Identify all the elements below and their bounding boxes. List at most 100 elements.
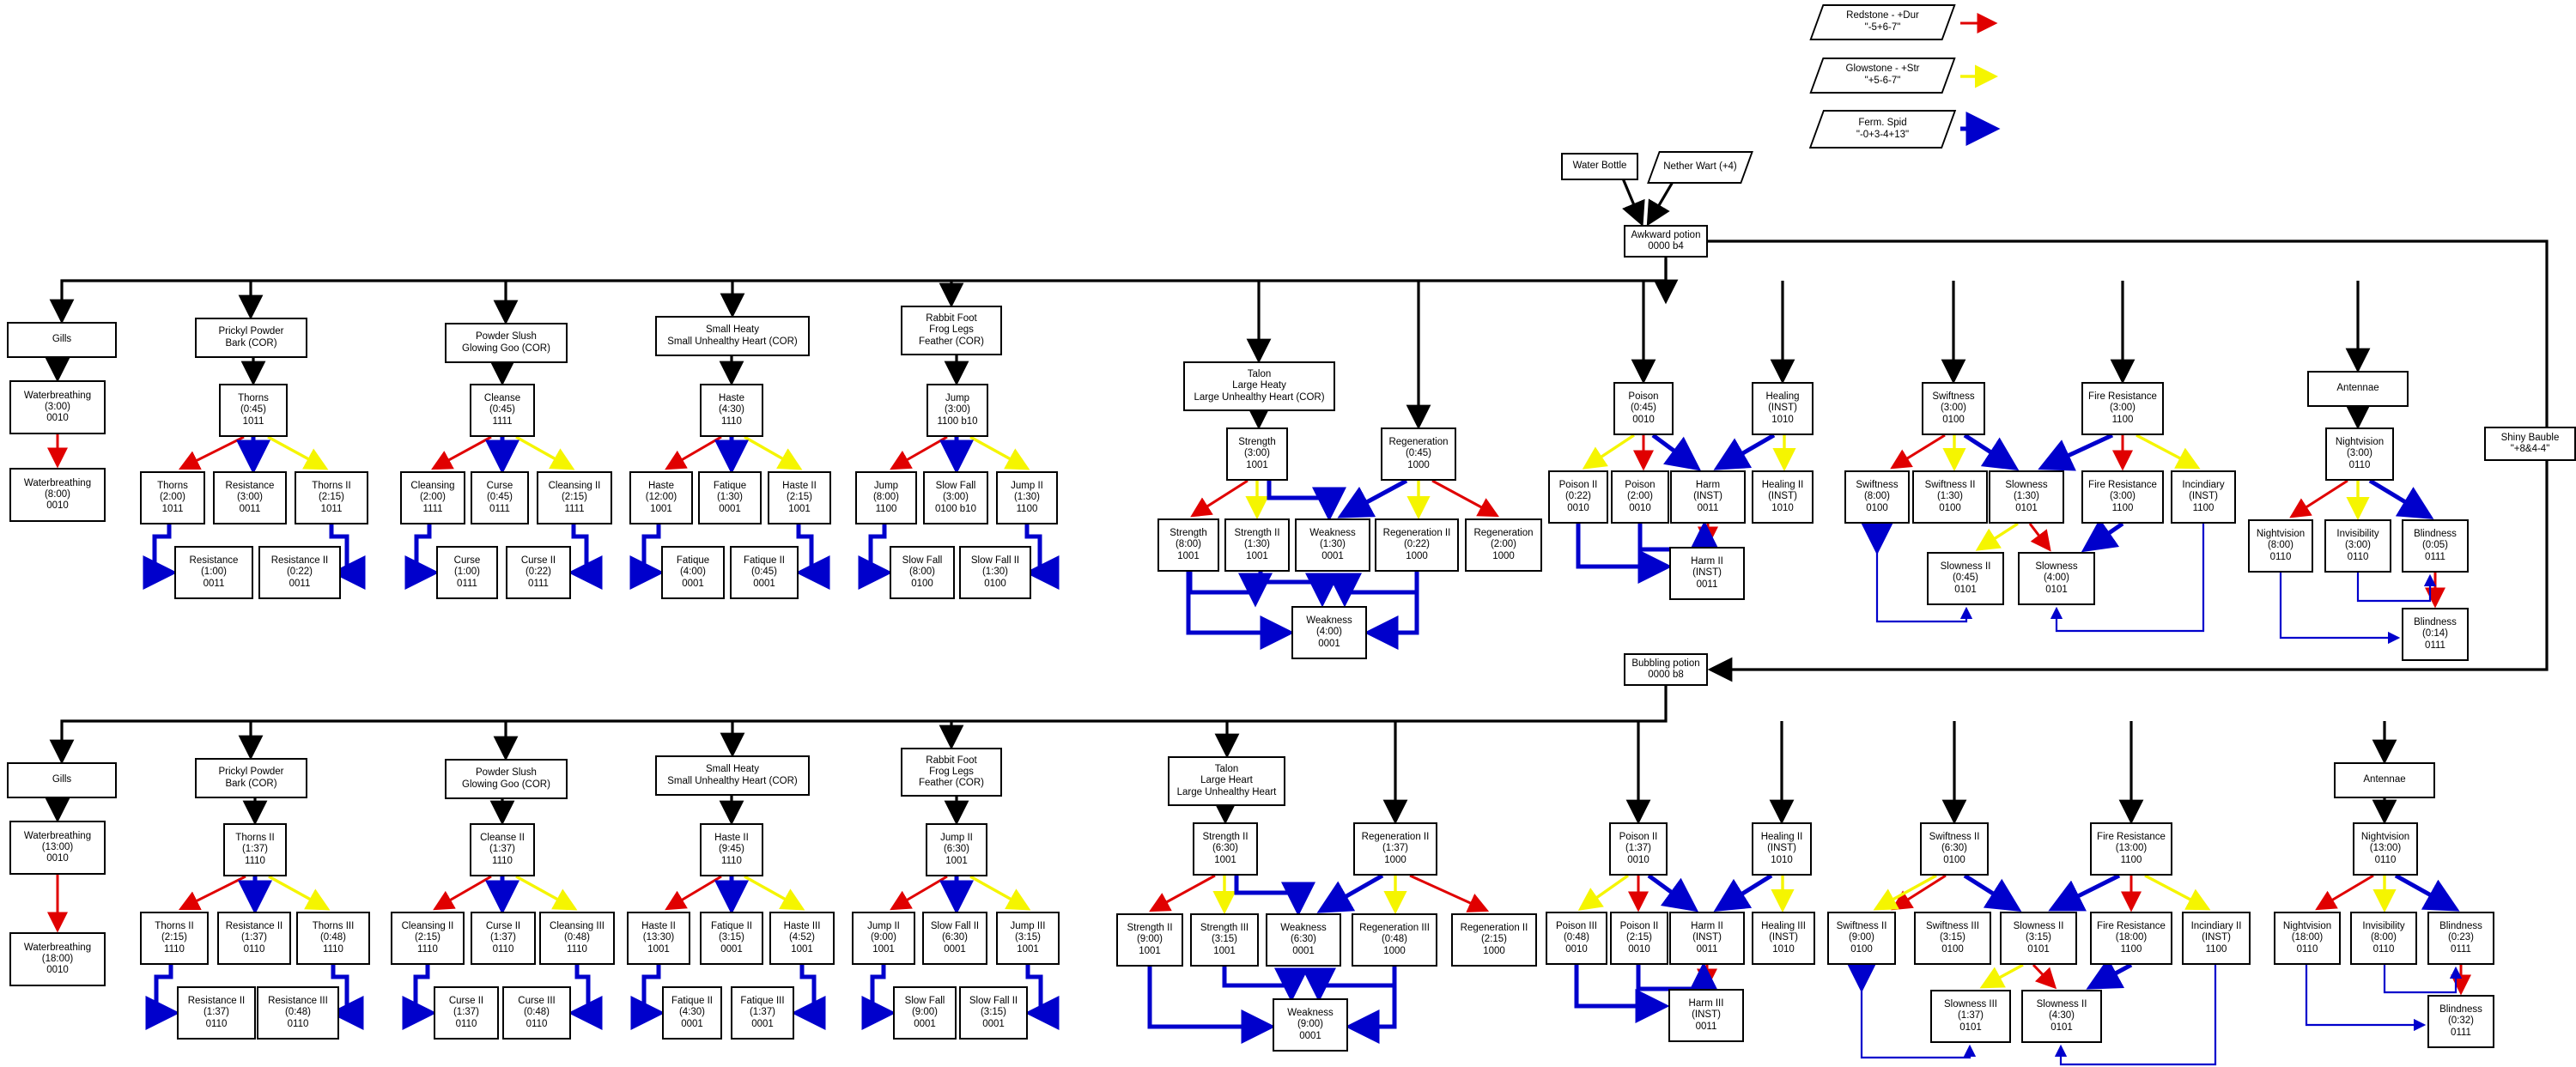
- effect-node: Thorns (2:00) 1011: [140, 471, 205, 524]
- node-text: Talon Large Heart Large Unhealthy Heart: [1176, 764, 1277, 797]
- effect-node: Resistance II (0:22) 0011: [258, 546, 341, 599]
- effect-node: Incindiary (INST) 1100: [2171, 470, 2236, 524]
- effect-node: Weakness (6:30) 0001: [1266, 913, 1341, 967]
- legend-label: Redstone - +Dur: [1846, 10, 1919, 21]
- node-text: Awkward potion 0000 b4: [1631, 229, 1701, 252]
- node-text: Prickyl Powder Bark (COR): [218, 326, 284, 349]
- node-text: Regeneration II (0:22) 1000: [1382, 528, 1451, 561]
- effect-node: Haste (4:30) 1110: [700, 384, 763, 437]
- node-text: Strength (8:00) 1001: [1170, 528, 1207, 561]
- node-text: Resistance II (1:37) 0110: [187, 996, 246, 1029]
- effect-node: Curse II (1:37) 0110: [471, 912, 536, 965]
- effect-node: Haste III (4:52) 1001: [769, 912, 835, 965]
- effect-node: Poison III (0:48) 0010: [1546, 912, 1607, 965]
- effect-node: Slow Fall II (1:30) 0100: [959, 546, 1031, 599]
- effect-node: Fire Resistance (3:00) 1100: [2081, 470, 2164, 524]
- effect-node: Curse II (0:22) 0111: [506, 546, 571, 599]
- node-text: Slowness II (0:45) 0101: [1940, 561, 1991, 595]
- effect-node: Fatique III (1:37) 0001: [731, 986, 794, 1040]
- ingredient-rabbit-foot-bottom: Rabbit Foot Frog Legs Feather (COR): [901, 748, 1002, 797]
- effect-node: Slow Fall (8:00) 0100: [890, 546, 955, 599]
- node-text: Gills: [52, 774, 72, 785]
- ingredient-antennae-top: Antennae: [2307, 371, 2409, 407]
- effect-node: Healing II (INST) 1010: [1752, 822, 1812, 876]
- node-text: Harm II (INST) 0011: [1691, 556, 1723, 590]
- node-text: Thorns (2:00) 1011: [157, 481, 188, 514]
- node-text: Swiftness II (9:00) 0100: [1836, 921, 1887, 955]
- effect-node: Fire Resistance (13:00) 1100: [2090, 822, 2172, 876]
- node-text: Slowness II (4:30) 0101: [2036, 999, 2087, 1033]
- effect-node: Weakness (1:30) 0001: [1295, 518, 1370, 572]
- node-text: Thorns II (2:15) 1110: [155, 921, 194, 955]
- node-text: Fatique II (3:15) 0001: [711, 921, 752, 955]
- node-text: Rabbit Foot Frog Legs Feather (COR): [918, 313, 985, 347]
- effect-node: Jump II (6:30) 1001: [926, 823, 987, 876]
- effect-node: Nightvision (18:00) 0110: [2274, 912, 2341, 965]
- ingredient-talon-top: Talon Large Heaty Large Unhealthy Heart …: [1183, 361, 1335, 411]
- ingredient-talon-bottom: Talon Large Heart Large Unhealthy Heart: [1168, 756, 1285, 806]
- node-text: Regeneration II (1:37) 1000: [1361, 832, 1430, 865]
- ingredient-gills-bottom: Gills: [7, 762, 117, 798]
- effect-node: Cleansing (2:00) 1111: [400, 471, 465, 524]
- node-text: Curse II (0:22) 0111: [520, 555, 556, 589]
- node-text: Weakness (9:00) 0001: [1287, 1008, 1334, 1041]
- node-text: Curse II (1:37) 0110: [485, 921, 521, 955]
- legend-label: Glowstone - +Str: [1845, 64, 1920, 75]
- effect-node: Jump III (3:15) 1001: [996, 912, 1060, 965]
- effect-node: Harm (INST) 0011: [1670, 470, 1746, 524]
- node-text: Cleansing III (0:48) 1110: [550, 921, 605, 955]
- effect-node: Strength (3:00) 1001: [1226, 427, 1288, 481]
- effect-node: Cleansing III (0:48) 1110: [539, 912, 615, 965]
- node-text: Water Bottle: [1572, 161, 1627, 172]
- node-text: Nightvision (18:00) 0110: [2282, 921, 2332, 955]
- effect-node: Incindiary II (INST) 1100: [2182, 912, 2251, 965]
- legend-code: "-0+3-4+13": [1856, 129, 1910, 140]
- node-text: Weakness (1:30) 0001: [1309, 528, 1356, 561]
- node-text: Fire Resistance (18:00) 1100: [2097, 921, 2166, 955]
- node-text: Slow Fall (3:00) 0100 b10: [935, 481, 976, 514]
- node-text: Slow Fall (9:00) 0001: [904, 996, 945, 1029]
- effect-node: Slow Fall (9:00) 0001: [893, 986, 957, 1040]
- effect-node: Swiftness (3:00) 0100: [1922, 382, 1985, 435]
- effect-node: Blindness (0:14) 0111: [2402, 608, 2469, 661]
- effect-node: Poison II (1:37) 0010: [1609, 822, 1668, 876]
- effect-node: Regeneration III (0:48) 1000: [1352, 913, 1437, 967]
- effect-node: Haste II (2:15) 1001: [768, 471, 831, 524]
- node-text: Resistance II (1:37) 0110: [225, 921, 283, 955]
- effect-node: Fire Resistance (3:00) 1100: [2081, 382, 2164, 435]
- node-text: Slowness (1:30) 0101: [2005, 480, 2048, 513]
- node-text: Antennae: [2336, 383, 2379, 394]
- node-text: Thorns III (0:48) 1110: [312, 921, 355, 955]
- effect-node: Slow Fall II (6:30) 0001: [922, 912, 987, 965]
- effect-node: Swiftness III (3:15) 0100: [1914, 912, 1991, 965]
- node-text: Nether Wart (+4): [1663, 161, 1737, 173]
- node-text: Talon Large Heaty Large Unhealthy Heart …: [1194, 369, 1325, 403]
- effect-node: Swiftness II (6:30) 0100: [1920, 822, 1989, 876]
- node-text: Strength II (6:30) 1001: [1202, 832, 1249, 865]
- node-text: Poison II (0:22) 0010: [1558, 480, 1598, 513]
- node-text: Nightvision (8:00) 0110: [2256, 529, 2306, 562]
- effect-node: Invisibility (3:00) 0110: [2324, 519, 2391, 573]
- effect-node: Slow Fall (3:00) 0100 b10: [923, 471, 988, 524]
- node-text: Poison (2:00) 0010: [1625, 480, 1656, 513]
- node-text: Small Heaty Small Unhealthy Heart (COR): [667, 324, 798, 347]
- node-text: Invisibility (3:00) 0110: [2336, 529, 2379, 562]
- node-text: Curse (0:45) 0111: [486, 481, 513, 514]
- node-text: Blindness (0:14) 0111: [2414, 617, 2457, 651]
- effect-node: Haste II (13:30) 1001: [627, 912, 690, 965]
- effect-node: Curse (0:45) 0111: [471, 471, 529, 524]
- node-text: Harm II (INST) 0011: [1691, 921, 1723, 955]
- effect-node: Waterbreathing (13:00) 0010: [9, 821, 106, 875]
- node-text: Slow Fall II (1:30) 0100: [970, 555, 1020, 589]
- node-text: Blindness (0:05) 0111: [2414, 529, 2457, 562]
- effect-node: Curse (1:00) 0111: [436, 546, 498, 599]
- node-text: Slowness III (1:37) 0101: [1944, 999, 1997, 1033]
- effect-node: Regeneration (2:00) 1000: [1465, 518, 1542, 572]
- effect-node: Curse III (0:48) 0110: [502, 986, 571, 1040]
- node-text: Gills: [52, 334, 72, 345]
- ingredient-powder-slush-bottom: Powder Slush Glowing Goo (COR): [445, 759, 568, 799]
- ingredient-rabbit-foot-top: Rabbit Foot Frog Legs Feather (COR): [901, 306, 1002, 355]
- node-text: Jump (3:00) 1100 b10: [937, 393, 978, 427]
- node-text: Slow Fall (8:00) 0100: [902, 555, 943, 589]
- node-text: Strength II (1:30) 1001: [1234, 528, 1280, 561]
